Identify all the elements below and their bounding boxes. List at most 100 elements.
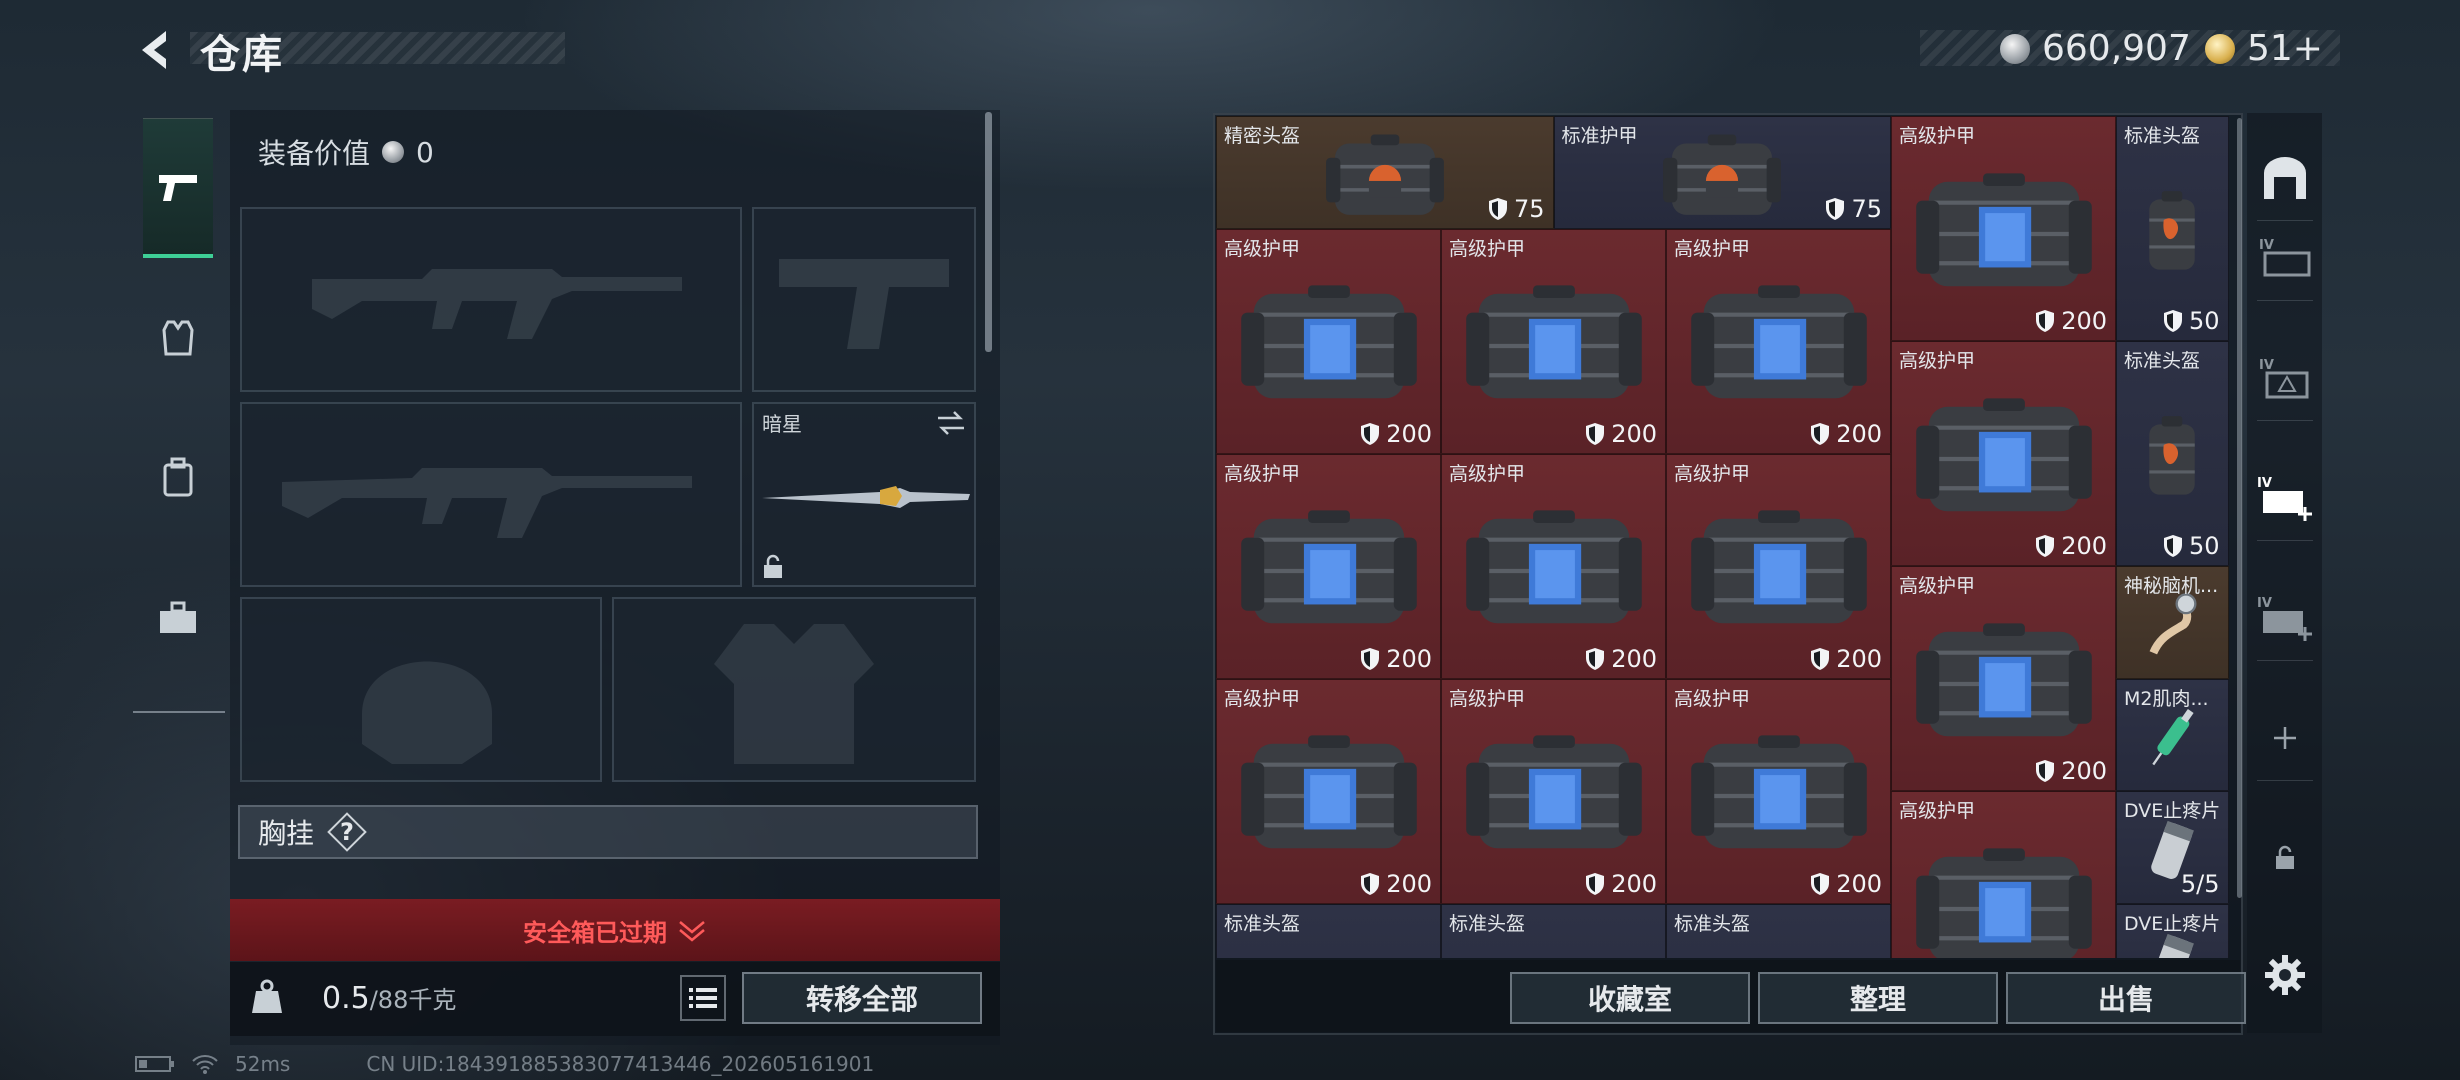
helmet-slot[interactable] [240,597,602,782]
warehouse-item[interactable]: 高级护甲200 [1441,678,1666,904]
add-storage-button[interactable] [2252,708,2318,768]
organize-button[interactable]: 整理 [1758,972,1998,1024]
durability-shield-icon [1586,422,1605,445]
warehouse-item[interactable]: 标准头盔 [1216,903,1441,958]
tab-backpack[interactable] [143,408,213,548]
durability-shield-icon [2036,760,2055,782]
durability-shield-icon [1811,872,1830,895]
tab-armor[interactable] [143,268,213,408]
warehouse-item[interactable]: DVE止疼片 5/5 [2116,791,2229,904]
equipment-value: 装备价值 0 [258,132,434,172]
item-name: 标准头盔 [1224,912,1301,935]
item-value: 75 [1513,194,1545,223]
sell-button[interactable]: 出售 [2006,972,2246,1024]
primary-weapon-slot[interactable] [240,207,742,392]
tab-weapons[interactable] [143,118,213,258]
storage-tab-iv-2[interactable]: IV [2252,348,2318,408]
collection-room-button[interactable]: 收藏室 [1510,972,1750,1024]
warehouse-item[interactable]: M2肌肉... [2116,678,2229,791]
battery-icon [135,1056,174,1072]
silver-currency: 660,907 [2000,28,2191,69]
warehouse-item[interactable]: 标准头盔 [1666,903,1891,958]
swap-icon [938,411,964,435]
locked-storage-slot[interactable] [2252,828,2318,888]
warehouse-item[interactable]: 高级护甲200 [1666,453,1891,679]
armor-bag-icon [1240,735,1417,849]
storage-tab-iv-add[interactable]: IV [2252,588,2318,648]
rifle-silhouette-icon [282,468,692,538]
item-value: 200 [1836,869,1882,898]
warehouse-item[interactable]: 高级护甲200 [1441,228,1666,454]
silver-coin-icon [2000,33,2030,64]
silver-coin-icon [382,141,405,163]
warehouse-item[interactable]: 高级护甲200 [1891,791,2116,958]
transfer-all-button[interactable]: 转移全部 [742,972,982,1024]
rifle-silhouette-icon [312,269,682,339]
warehouse-item[interactable]: 高级护甲200 [1891,566,2116,791]
item-durability: 200 [1585,420,1657,448]
storage-tab-main[interactable] [2252,148,2318,208]
item-name: 高级护甲 [1899,800,1976,822]
melee-slot[interactable]: 暗星 [752,402,976,587]
item-name: 高级护甲 [1449,687,1526,710]
settings-button[interactable] [2252,945,2318,1005]
item-name: 高级护甲 [1224,462,1301,485]
item-durability: 200 [1810,870,1882,898]
svg-text:IV: IV [2259,358,2274,373]
warehouse-item[interactable]: 高级护甲200 [1216,453,1441,679]
armor-slot[interactable] [612,597,976,782]
item-name: M2肌肉... [2124,687,2209,710]
list-icon [689,988,717,1008]
durability-shield-icon [1586,872,1605,895]
secondary-weapon-slot[interactable] [240,402,742,587]
helmet-bag-icon [1325,134,1444,216]
armor-bag-icon [1915,847,2092,958]
gold-currency[interactable]: 51+ [2205,28,2323,69]
durability-shield-icon [1361,647,1380,670]
storage-tab-iv-1[interactable]: IV [2252,228,2318,288]
durability-shield-icon [2163,535,2182,557]
warehouse-item[interactable]: 标准护甲 75 [1553,116,1891,229]
equipment-scrollbar[interactable] [985,112,992,352]
item-durability: 5/5 [2181,870,2220,898]
lock-icon [2276,845,2294,869]
vault-icon [2264,157,2306,199]
item-durability: 75 [1488,195,1545,223]
back-button[interactable] [130,22,180,78]
help-button[interactable]: ? [328,813,366,851]
lock-icon [764,554,782,578]
warehouse-item[interactable]: 高级护甲200 [1216,228,1441,454]
warehouse-item[interactable]: 高级护甲200 [1441,453,1666,679]
item-value: 200 [2061,307,2107,335]
warehouse-item[interactable]: 标准头盔 [1441,903,1666,958]
warehouse-item[interactable]: 高级护甲200 [1666,678,1891,904]
tab-toolbox[interactable] [143,548,213,688]
storage-tab-iv-add-active[interactable]: IV [2252,468,2318,528]
warehouse-item[interactable]: 精密头盔 75 [1216,116,1554,229]
list-view-button[interactable] [680,975,726,1021]
warehouse-item[interactable]: DVE止疼片 [2116,903,2229,958]
equipment-tabs [133,108,225,713]
warehouse-item[interactable]: 神秘脑机... [2116,566,2229,679]
svg-text:IV: IV [2257,596,2272,611]
safebox-expired-banner[interactable]: 安全箱已过期 [230,899,1000,961]
item-name: 高级护甲 [1449,462,1526,485]
warehouse-item[interactable]: 标准头盔 50 [2116,116,2229,341]
warehouse-item[interactable]: 高级护甲200 [1891,341,2116,566]
helmet-bag-icon [2149,190,2195,270]
warehouse-item[interactable]: 高级护甲200 [1666,228,1891,454]
warehouse-item[interactable]: 高级护甲200 [1891,116,2116,341]
warehouse-scrollbar[interactable] [2237,118,2242,898]
helmet-bag-icon [2149,415,2195,495]
weight-max: /88千克 [369,986,457,1014]
armor-bag-icon [1915,622,2092,736]
pistol-slot[interactable] [752,207,976,392]
item-value: 50 [2188,307,2220,335]
durability-shield-icon [1811,422,1830,445]
item-value: 200 [1836,644,1882,673]
item-value: 200 [1386,869,1432,898]
warehouse-item[interactable]: 高级护甲200 [1216,678,1441,904]
item-name: 标准头盔 [2124,125,2201,147]
warehouse-item[interactable]: 标准头盔 50 [2116,341,2229,566]
chest-rig-slot[interactable]: 胸挂 ? [238,805,978,859]
